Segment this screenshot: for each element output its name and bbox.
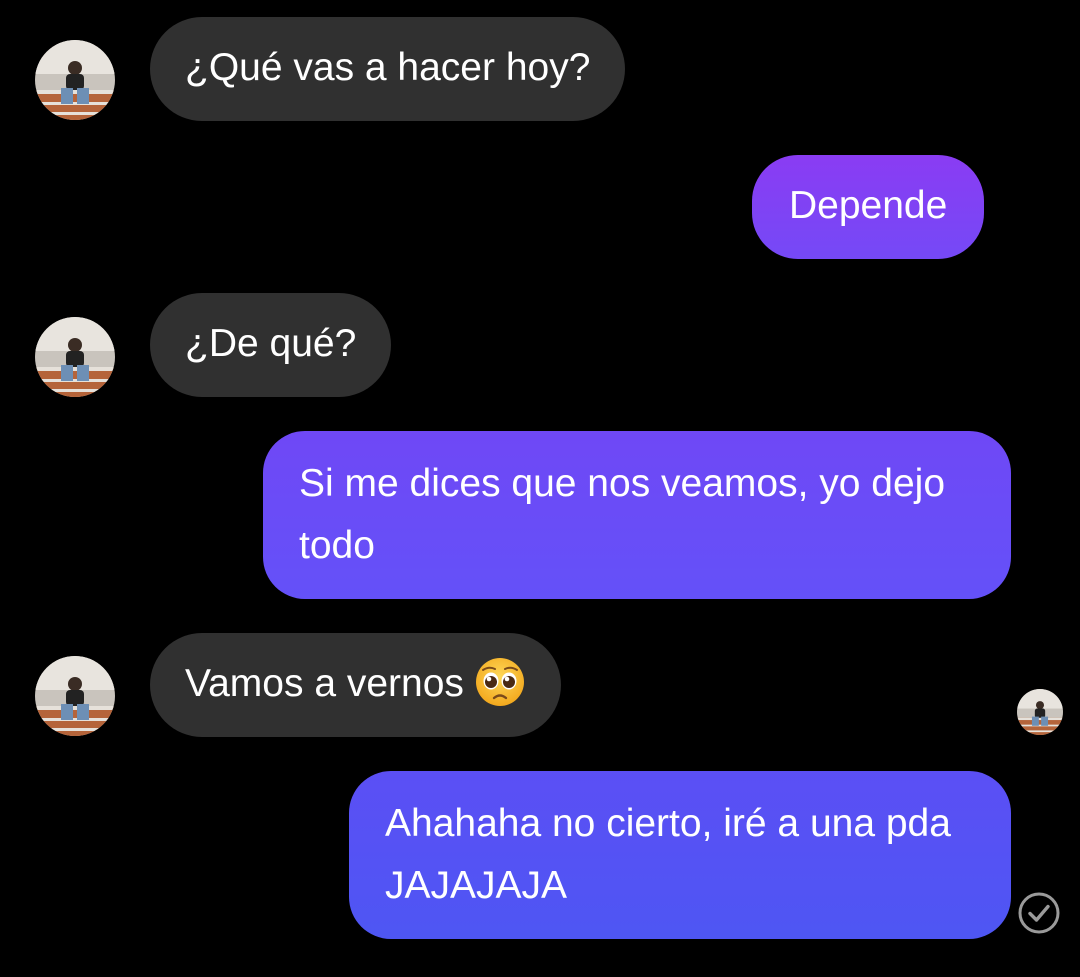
avatar-photo (35, 317, 115, 397)
message-text: Ahahaha no cierto, iré a una pda JAJAJAJ… (385, 802, 951, 907)
message-sent[interactable]: Depende (752, 155, 985, 259)
message-received[interactable]: ¿De qué? (150, 293, 392, 397)
contact-avatar[interactable] (35, 317, 115, 397)
message-text: Vamos a vernos (185, 662, 464, 705)
contact-avatar[interactable] (35, 40, 115, 120)
seen-indicator-avatar (1017, 689, 1063, 735)
message-text: ¿De qué? (185, 322, 357, 365)
message-received[interactable]: Vamos a vernos (150, 633, 561, 737)
avatar-photo (1017, 689, 1063, 735)
message-text: Si me dices que nos veamos, yo dejo todo (299, 462, 946, 567)
avatar-photo (35, 656, 115, 736)
avatar-photo (35, 40, 115, 120)
pleading-face-icon (474, 656, 526, 708)
message-text: ¿Qué vas a hacer hoy? (185, 46, 591, 89)
contact-avatar[interactable] (35, 656, 115, 736)
message-sent[interactable]: Ahahaha no cierto, iré a una pda JAJAJAJ… (349, 771, 1011, 939)
message-sent[interactable]: Si me dices que nos veamos, yo dejo todo (263, 431, 1011, 599)
chat-thread: ¿Qué vas a hacer hoy? Depende ¿De qué? S… (0, 0, 1080, 977)
message-text: Depende (789, 184, 948, 227)
check-circle-icon (1016, 890, 1062, 936)
message-received[interactable]: ¿Qué vas a hacer hoy? (150, 17, 626, 121)
